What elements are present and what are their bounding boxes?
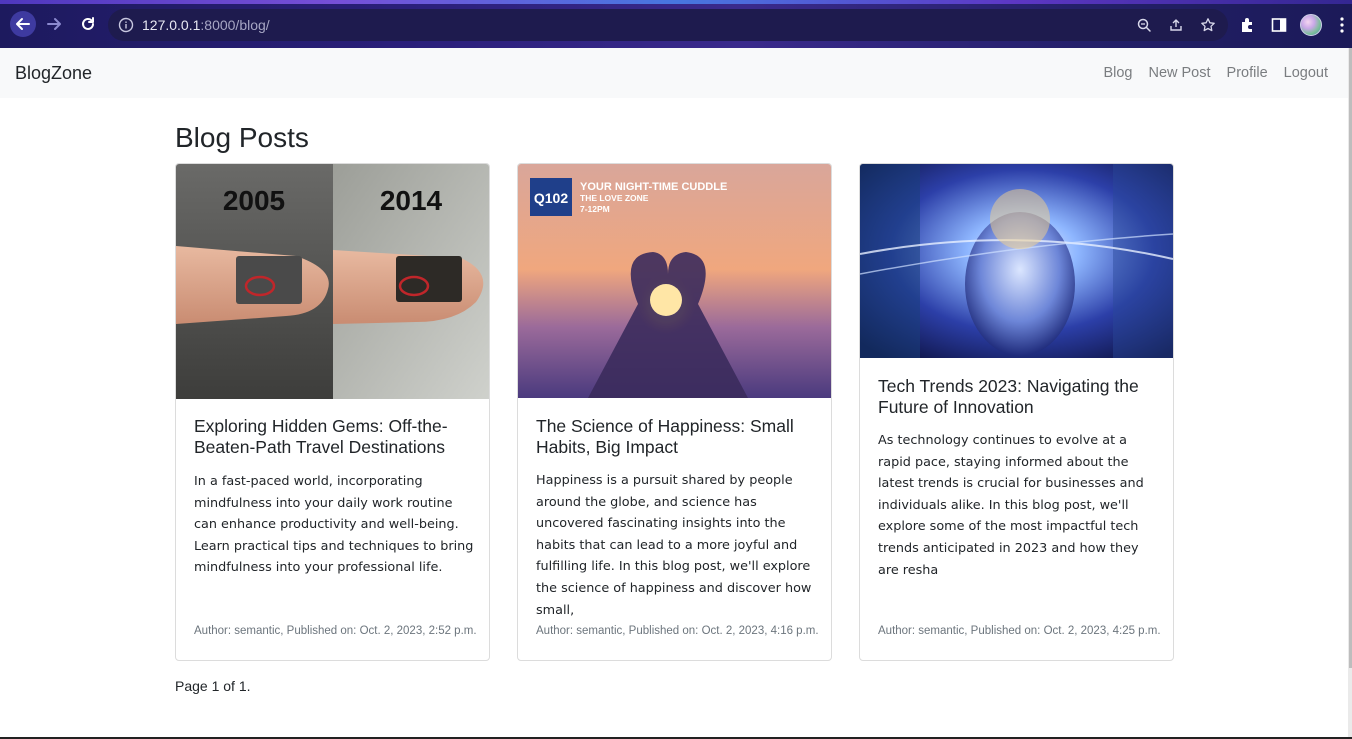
- post-meta: Author: semantic, Published on: Oct. 2, …: [194, 625, 477, 637]
- reload-icon: [82, 17, 94, 30]
- station-logo-text: Q102: [534, 190, 568, 206]
- post-image-ai-brain[interactable]: [860, 164, 1173, 358]
- back-button[interactable]: [10, 11, 36, 37]
- year-label-right: 2014: [380, 185, 443, 216]
- url-path: :8000/blog/: [200, 17, 270, 33]
- year-label-left: 2005: [223, 185, 285, 216]
- post-excerpt: In a fast-paced world, incorporating min…: [194, 474, 474, 576]
- url-text[interactable]: 127.0.0.1:8000/blog/: [142, 17, 270, 33]
- post-card[interactable]: Tech Trends 2023: Navigating the Future …: [859, 163, 1174, 661]
- profile-avatar[interactable]: [1300, 14, 1322, 36]
- post-image-sd-cards[interactable]: 2005 2014: [176, 164, 489, 399]
- nav-link-new-post[interactable]: New Post: [1148, 65, 1210, 81]
- brand-link[interactable]: BlogZone: [15, 63, 92, 84]
- url-host: 127.0.0.1: [142, 17, 201, 33]
- extensions-icon[interactable]: [1238, 16, 1256, 34]
- address-bar[interactable]: 127.0.0.1:8000/blog/: [108, 9, 1228, 41]
- promo-headline: YOUR NIGHT-TIME CUDDLE: [580, 181, 727, 193]
- zoom-icon[interactable]: [1136, 17, 1152, 33]
- arrow-right-icon: [47, 18, 61, 30]
- star-icon[interactable]: [1200, 17, 1216, 33]
- post-card[interactable]: 2005 2014 Exploring Hidden Gems: Off-the…: [175, 163, 490, 661]
- post-title[interactable]: The Science of Happiness: Small Habits, …: [536, 416, 816, 458]
- nav-link-profile[interactable]: Profile: [1227, 65, 1268, 81]
- side-panel-icon[interactable]: [1270, 16, 1288, 34]
- post-image-heart-hands[interactable]: Q102 YOUR NIGHT-TIME CUDDLE THE LOVE ZON…: [518, 164, 831, 398]
- nav-link-blog[interactable]: Blog: [1103, 65, 1132, 81]
- post-title[interactable]: Exploring Hidden Gems: Off-the-Beaten-Pa…: [194, 416, 474, 458]
- promo-subhead: THE LOVE ZONE: [580, 193, 649, 203]
- arrow-left-icon: [16, 18, 30, 30]
- browser-toolbar: 127.0.0.1:8000/blog/: [0, 0, 1352, 48]
- nav-link-logout[interactable]: Logout: [1284, 65, 1328, 81]
- pagination-text: Page 1 of 1.: [175, 678, 251, 694]
- post-title[interactable]: Tech Trends 2023: Navigating the Future …: [878, 376, 1158, 418]
- promo-time: 7-12PM: [580, 204, 610, 214]
- nav-links: Blog New Post Profile Logout: [1103, 65, 1328, 81]
- forward-button[interactable]: [42, 12, 66, 36]
- post-meta: Author: semantic, Published on: Oct. 2, …: [878, 625, 1161, 637]
- post-excerpt: As technology continues to evolve at a r…: [878, 433, 1144, 578]
- post-excerpt: Happiness is a pursuit shared by people …: [536, 473, 812, 618]
- site-navbar: BlogZone Blog New Post Profile Logout: [0, 48, 1352, 98]
- post-meta: Author: semantic, Published on: Oct. 2, …: [536, 625, 819, 637]
- more-menu-icon[interactable]: [1340, 17, 1344, 33]
- page-title: Blog Posts: [175, 122, 309, 153]
- share-icon[interactable]: [1168, 17, 1184, 33]
- info-icon[interactable]: [118, 17, 134, 33]
- post-card[interactable]: Q102 YOUR NIGHT-TIME CUDDLE THE LOVE ZON…: [517, 163, 832, 661]
- reload-button[interactable]: [76, 12, 100, 36]
